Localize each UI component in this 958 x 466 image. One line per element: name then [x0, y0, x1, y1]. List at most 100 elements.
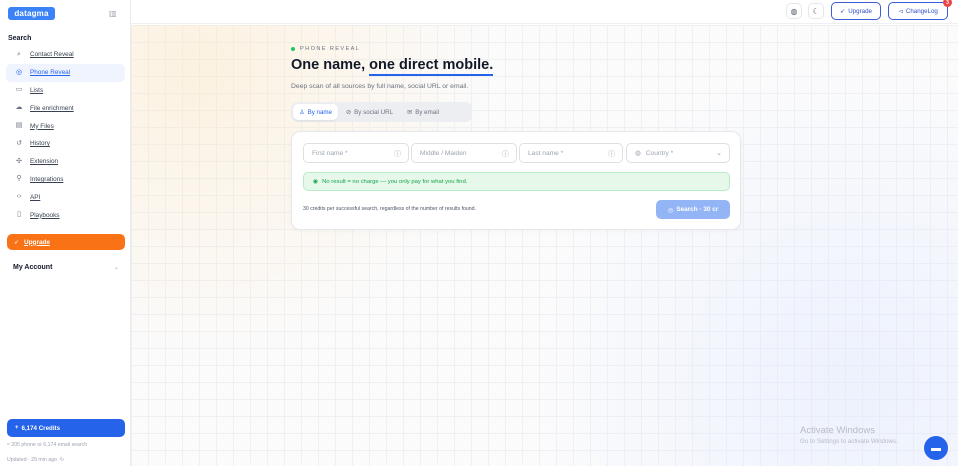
book-icon: ▯ [17, 211, 21, 219]
file-icon: ▤ [15, 122, 23, 130]
sidebar: datagma ▥ Search ⌕ Contact Reveal ◎ Phon… [0, 0, 131, 466]
main-content: PHONE REVEAL One name, one direct mobile… [131, 25, 958, 466]
sidebar-item-history[interactable]: ↺ History [6, 135, 125, 153]
tab-label: By social URL [354, 108, 394, 116]
folder-icon: ▭ [15, 86, 23, 94]
status-dot [291, 47, 295, 51]
globe-icon: ◍ [790, 6, 798, 16]
page-title: One name, one direct mobile. [291, 57, 494, 76]
search-mode-tabs: ♙ By name ⊘ By social URL ✉ By email [291, 102, 472, 122]
my-account-toggle[interactable]: My Account ⌄ [13, 264, 119, 271]
credits-note: ≈ 205 phone or 6,174 email search [7, 442, 88, 448]
sidebar-item-playbooks[interactable]: ▯ Playbooks [6, 206, 125, 224]
language-globe-button[interactable]: ◍ [786, 3, 802, 19]
sidebar-item-label: Playbooks [30, 211, 60, 219]
sidebar-item-integrations[interactable]: ⚲ Integrations [6, 171, 125, 189]
notice-text: No result = no charge — you only pay for… [322, 178, 468, 185]
tab-by-email[interactable]: ✉ By email [401, 104, 445, 120]
credits-button[interactable]: + 6,174 Credits [7, 419, 125, 437]
sidebar-item-label: API [30, 193, 41, 201]
link-icon: ⊘ [345, 108, 352, 116]
support-chat-button[interactable]: ▬ [924, 436, 948, 460]
megaphone-icon: ◅ [898, 7, 903, 15]
sidebar-nav: ⌕ Contact Reveal ◎ Phone Reveal ▭ Lists … [6, 46, 125, 224]
topbar-upgrade-label: Upgrade [848, 7, 872, 15]
tab-by-social-url[interactable]: ⊘ By social URL [340, 104, 399, 120]
credits-label: 6,174 Credits [21, 424, 61, 432]
page-eyebrow: PHONE REVEAL [291, 46, 360, 52]
last-name-placeholder: Last name * [528, 149, 564, 157]
eyebrow-text: PHONE REVEAL [300, 46, 361, 52]
first-name-placeholder: First name * [312, 149, 348, 157]
middle-name-field[interactable]: Middle / Maiden ⓘ [411, 143, 517, 163]
puzzle-icon: ✣ [16, 157, 22, 165]
chevron-down-icon: ⌄ [716, 150, 722, 157]
credits-cost-note: 30 credits per successful search, regard… [303, 206, 477, 212]
search-label: Search · 30 cr [676, 206, 719, 213]
code-icon: ‹› [16, 193, 22, 201]
sidebar-item-label: Contact Reveal [30, 51, 74, 59]
brand-logo[interactable]: datagma [8, 7, 55, 20]
search-target-icon: ◎ [667, 206, 674, 214]
watermark-line1: Activate Windows [800, 425, 875, 436]
sidebar-item-api[interactable]: ‹› API [6, 188, 125, 206]
tab-label: By email [415, 108, 439, 116]
info-icon: ⓘ [502, 151, 509, 158]
search-button[interactable]: ◎ Search · 30 cr [656, 200, 730, 219]
cloud-icon: ☁ [15, 104, 23, 112]
sidebar-upgrade-button[interactable]: ➶ Upgrade [7, 234, 125, 250]
country-placeholder: Country * [645, 149, 674, 157]
chat-icon: ▬ [931, 442, 941, 454]
moon-icon: ☾ [812, 6, 820, 16]
last-name-field[interactable]: Last name * ⓘ [519, 143, 623, 163]
search-form-card: First name * ⓘ Middle / Maiden ⓘ Last na… [291, 131, 741, 230]
mail-icon: ✉ [407, 108, 413, 116]
sidebar-section-title: Search [8, 35, 32, 42]
watermark-line2: Go to Settings to activate Windows. [800, 438, 898, 445]
no-charge-notice: ◉ No result = no charge — you only pay f… [303, 172, 730, 191]
chevron-down-icon: ⌄ [113, 265, 119, 271]
globe-icon: ◍ [635, 150, 641, 157]
sidebar-item-phone-reveal[interactable]: ◎ Phone Reveal [6, 63, 125, 82]
tab-label: By name [307, 108, 332, 116]
activate-windows-watermark: Activate Windows Go to Settings to activ… [800, 425, 898, 445]
plug-icon: ⚲ [16, 175, 22, 183]
sidebar-item-extension[interactable]: ✣ Extension [6, 153, 125, 171]
shield-check-icon: ◉ [313, 178, 319, 185]
updated-status: Updated · 29 min ago ↻ [7, 457, 64, 463]
sidebar-item-label: Extension [30, 158, 59, 166]
sidebar-item-label: Phone Reveal [30, 69, 71, 77]
sidebar-item-label: Integrations [30, 175, 64, 183]
my-account-label: My Account [13, 264, 53, 271]
user-icon: ♙ [299, 108, 305, 116]
first-name-field[interactable]: First name * ⓘ [303, 143, 409, 163]
changelog-button[interactable]: ◅ ChangeLog [888, 2, 948, 20]
sidebar-item-file-enrichment[interactable]: ☁ File enrichment [6, 99, 125, 117]
rocket-icon: ➶ [840, 7, 846, 15]
sidebar-item-my-files[interactable]: ▤ My Files [6, 117, 125, 135]
refresh-icon[interactable]: ↻ [58, 457, 64, 463]
plus-icon: + [15, 425, 19, 431]
sidebar-item-lists[interactable]: ▭ Lists [6, 82, 125, 100]
sidebar-collapse-icon[interactable]: ▥ [109, 9, 118, 18]
sidebar-item-label: History [30, 140, 50, 148]
rocket-icon: ➶ [14, 239, 20, 246]
changelog-label: ChangeLog [905, 7, 938, 15]
info-icon: ⓘ [608, 151, 615, 158]
theme-toggle-button[interactable]: ☾ [808, 3, 824, 19]
topbar-upgrade-button[interactable]: ➶ Upgrade [831, 2, 881, 20]
headline-part1: One name, [291, 57, 370, 73]
phone-target-icon: ◎ [15, 68, 23, 76]
tab-by-name[interactable]: ♙ By name [293, 104, 338, 120]
sidebar-item-label: My Files [30, 122, 54, 130]
middle-name-placeholder: Middle / Maiden [420, 149, 467, 157]
sidebar-item-label: Lists [30, 86, 44, 94]
sidebar-item-label: File enrichment [30, 104, 74, 112]
page-subtitle: Deep scan of all sources by full name, s… [291, 83, 469, 90]
country-select[interactable]: ◍ Country * ⌄ [626, 143, 730, 163]
upgrade-label: Upgrade [24, 238, 50, 246]
search-icon: ⌕ [17, 50, 21, 58]
headline-highlight: one direct mobile. [369, 57, 494, 76]
sidebar-item-contact-reveal[interactable]: ⌕ Contact Reveal [6, 46, 125, 64]
history-icon: ↺ [16, 139, 22, 147]
